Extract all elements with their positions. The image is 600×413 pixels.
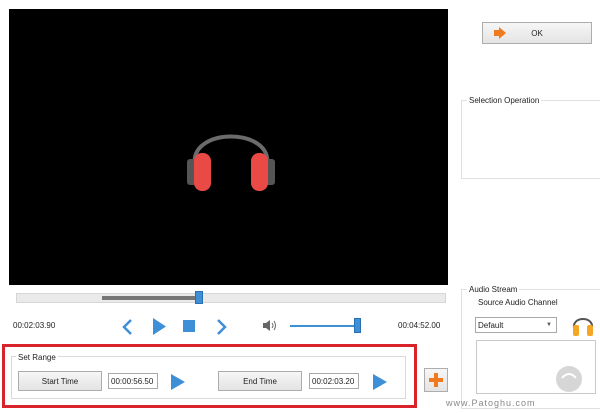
end-time-button[interactable]: End Time [218,371,302,391]
seek-progress [102,296,198,300]
end-time-field[interactable]: 00:02:03.20 [309,373,359,389]
play-icon[interactable] [151,317,167,336]
plus-icon [429,373,443,387]
watermark-text: www.Patoghu.com [446,398,536,408]
video-preview [9,9,448,285]
current-time: 00:02:03.90 [13,321,56,330]
stop-icon[interactable] [183,320,195,332]
ok-label: OK [531,28,543,38]
source-audio-channel-label: Source Audio Channel [478,298,558,307]
audio-channel-select[interactable]: Default ▼ [475,317,557,333]
next-icon[interactable] [216,318,228,336]
volume-thumb[interactable] [354,318,361,333]
play-to-end-icon[interactable] [372,373,388,391]
volume-track[interactable] [290,325,358,327]
add-range-button[interactable] [424,368,448,392]
seek-track[interactable] [16,293,446,303]
watermark-logo [556,366,582,392]
headphones-icon [187,134,275,191]
ok-button[interactable]: OK [482,22,592,44]
headphones-small-icon [572,318,594,336]
play-from-start-icon[interactable] [170,373,186,391]
arrow-icon [494,27,506,39]
start-time-button[interactable]: Start Time [18,371,102,391]
audio-stream-title: Audio Stream [467,285,520,294]
previous-icon[interactable] [121,318,133,336]
start-time-field[interactable]: 00:00:56.50 [108,373,158,389]
chevron-down-icon: ▼ [546,322,552,328]
selection-operation-title: Selection Operation [467,96,542,105]
audio-channel-value: Default [478,320,504,330]
seek-thumb[interactable] [195,291,203,304]
selection-operation-group [461,100,600,179]
volume-icon[interactable] [262,319,278,332]
total-time: 00:04:52.00 [398,321,441,330]
